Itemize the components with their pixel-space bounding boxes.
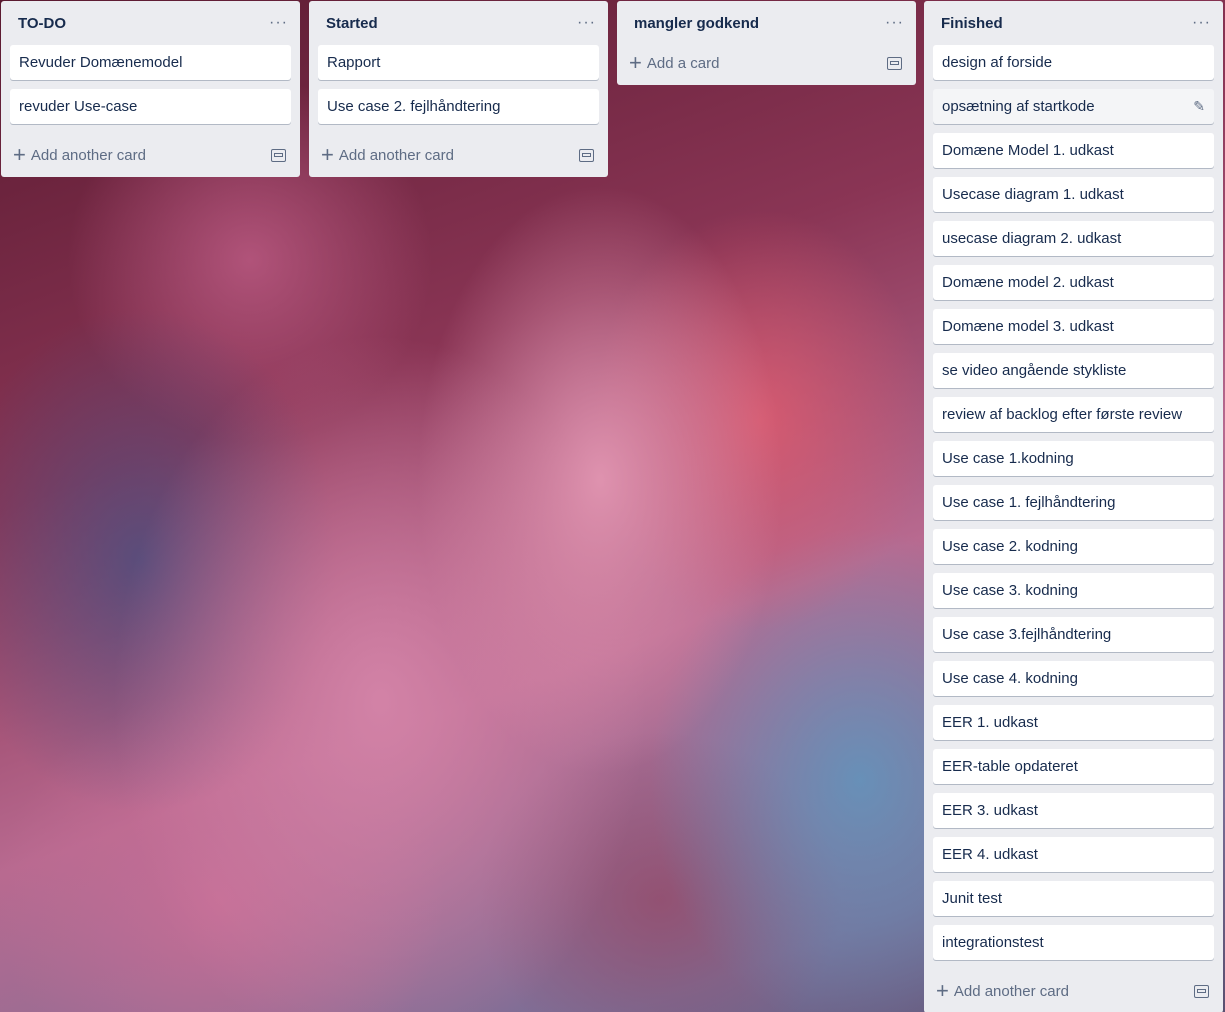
card-title: Rapport xyxy=(327,54,381,71)
add-card-label: Add another card xyxy=(953,982,1069,1000)
list-mangler-godkend: mangler godkend ··· + Add a card xyxy=(617,1,916,85)
card-title: opsætning af startkode xyxy=(942,98,1095,115)
card-title: Domæne model 3. udkast xyxy=(942,318,1114,335)
card[interactable]: EER-table opdateret xyxy=(933,749,1214,784)
add-card-button[interactable]: + Add another card xyxy=(936,980,1069,1002)
list-todo: TO-DO ··· Revuder Domænemodel revuder Us… xyxy=(1,1,300,177)
card-title: EER-table opdateret xyxy=(942,758,1078,775)
list-finished: Finished ··· design af forside opsætning … xyxy=(924,1,1223,1012)
card[interactable]: Use case 2. kodning xyxy=(933,529,1214,564)
card[interactable]: Revuder Domænemodel xyxy=(10,45,291,80)
card-title: review af backlog efter første review xyxy=(942,406,1183,423)
list-title[interactable]: mangler godkend xyxy=(634,15,759,32)
card[interactable]: se video angående stykliste xyxy=(933,353,1214,388)
list-header[interactable]: mangler godkend ··· xyxy=(617,1,916,45)
card[interactable]: Use case 3. kodning xyxy=(933,573,1214,608)
card[interactable]: review af backlog efter første review xyxy=(933,397,1214,432)
list-header[interactable]: Started ··· xyxy=(309,1,608,45)
list-title[interactable]: Finished xyxy=(941,15,1003,32)
card-template-icon[interactable] xyxy=(887,56,902,70)
plus-icon: + xyxy=(629,50,642,75)
card[interactable]: Domæne model 3. udkast xyxy=(933,309,1214,344)
list-header[interactable]: Finished ··· xyxy=(924,1,1223,45)
list-header[interactable]: TO-DO ··· xyxy=(1,1,300,45)
card-title: Use case 1. fejlhåndtering xyxy=(942,494,1116,511)
board-canvas: TO-DO ··· Revuder Domænemodel revuder Us… xyxy=(0,0,1225,1012)
card[interactable]: Use case 2. fejlhåndtering xyxy=(318,89,599,124)
card[interactable]: Use case 3.fejlhåndtering xyxy=(933,617,1214,652)
card-template-icon[interactable] xyxy=(1194,984,1209,998)
card-title: EER 3. udkast xyxy=(942,802,1038,819)
card-title: Use case 3. kodning xyxy=(942,582,1078,599)
card-title: Use case 2. fejlhåndtering xyxy=(327,98,501,115)
card-title: Domæne model 2. udkast xyxy=(942,274,1114,291)
card-title: Domæne Model 1. udkast xyxy=(942,142,1114,159)
add-card-button[interactable]: + Add a card xyxy=(629,52,719,74)
card-title: Use case 4. kodning xyxy=(942,670,1078,687)
list-started: Started ··· Rapport Use case 2. fejlhånd… xyxy=(309,1,608,177)
list-menu-icon[interactable]: ··· xyxy=(577,14,596,32)
list-title[interactable]: TO-DO xyxy=(18,15,66,32)
card[interactable]: revuder Use-case xyxy=(10,89,291,124)
card[interactable]: Domæne model 2. udkast xyxy=(933,265,1214,300)
plus-icon: + xyxy=(321,142,334,167)
card-title: EER 4. udkast xyxy=(942,846,1038,863)
card-title: integrationstest xyxy=(942,934,1044,951)
card-title: Junit test xyxy=(942,890,1003,907)
list-title[interactable]: Started xyxy=(326,15,378,32)
card[interactable]: usecase diagram 2. udkast xyxy=(933,221,1214,256)
add-card-label: Add another card xyxy=(338,146,454,164)
edit-pencil-icon[interactable]: ✎ xyxy=(1193,98,1205,115)
card-title: design af forside xyxy=(942,54,1053,71)
add-card-button[interactable]: + Add another card xyxy=(321,144,454,166)
card-title: usecase diagram 2. udkast xyxy=(942,230,1122,247)
card[interactable]: Rapport xyxy=(318,45,599,80)
add-card-button[interactable]: + Add another card xyxy=(13,144,146,166)
card-template-icon[interactable] xyxy=(271,148,286,162)
card[interactable]: EER 4. udkast xyxy=(933,837,1214,872)
card[interactable]: design af forside xyxy=(933,45,1214,80)
card[interactable]: EER 3. udkast xyxy=(933,793,1214,828)
card[interactable]: Junit test xyxy=(933,881,1214,916)
card[interactable]: opsætning af startkode ✎ xyxy=(933,89,1214,124)
card-title: Revuder Domænemodel xyxy=(19,54,183,71)
card-title: EER 1. udkast xyxy=(942,714,1038,731)
plus-icon: + xyxy=(13,142,26,167)
add-card-label: Add another card xyxy=(30,146,146,164)
card-template-icon[interactable] xyxy=(579,148,594,162)
card-title: Use case 2. kodning xyxy=(942,538,1078,555)
card[interactable]: Use case 4. kodning xyxy=(933,661,1214,696)
card-title: se video angående stykliste xyxy=(942,362,1127,379)
card-title: Use case 3.fejlhåndtering xyxy=(942,626,1112,643)
card[interactable]: Use case 1. fejlhåndtering xyxy=(933,485,1214,520)
list-menu-icon[interactable]: ··· xyxy=(1192,14,1211,32)
card[interactable]: integrationstest xyxy=(933,925,1214,960)
card-title: Use case 1.kodning xyxy=(942,450,1074,467)
card-title: Usecase diagram 1. udkast xyxy=(942,186,1124,203)
card[interactable]: Usecase diagram 1. udkast xyxy=(933,177,1214,212)
card[interactable]: Use case 1.kodning xyxy=(933,441,1214,476)
card-title: revuder Use-case xyxy=(19,98,138,115)
card[interactable]: Domæne Model 1. udkast xyxy=(933,133,1214,168)
add-card-label: Add a card xyxy=(646,54,720,72)
plus-icon: + xyxy=(936,978,949,1003)
list-menu-icon[interactable]: ··· xyxy=(885,14,904,32)
card[interactable]: EER 1. udkast xyxy=(933,705,1214,740)
list-menu-icon[interactable]: ··· xyxy=(269,14,288,32)
